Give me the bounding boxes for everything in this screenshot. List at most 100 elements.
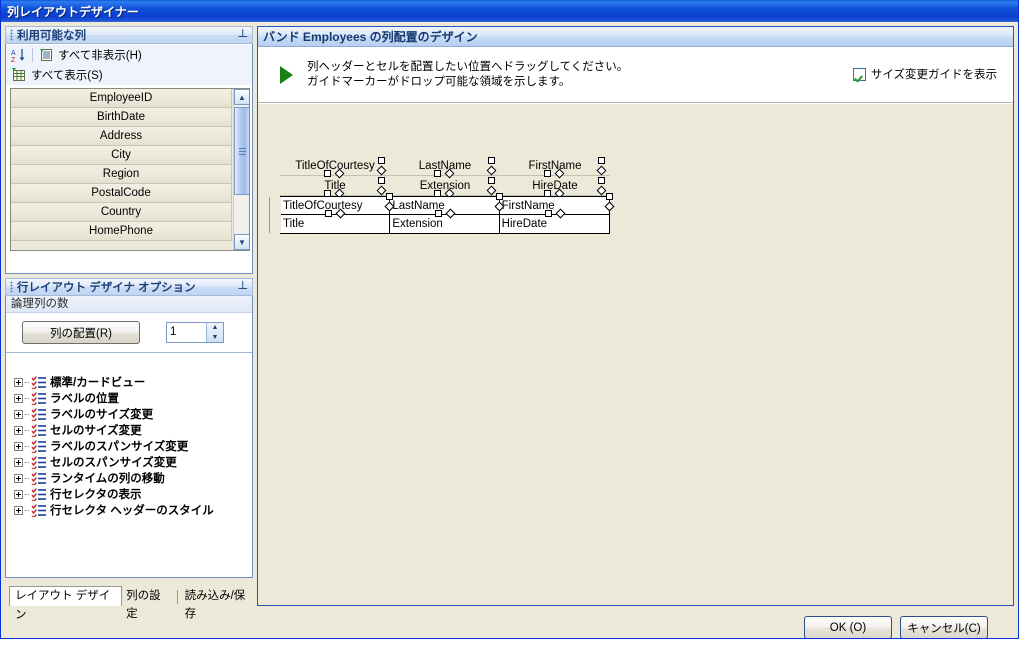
available-columns-scrollbar[interactable]: ▲ ▼ [233, 89, 249, 250]
guide-marker-square[interactable] [598, 177, 605, 184]
guide-marker-square[interactable] [378, 157, 385, 164]
data-cell[interactable]: HireDate [500, 215, 609, 233]
guide-marker-square[interactable] [386, 193, 393, 200]
expand-plus-icon[interactable] [14, 409, 23, 419]
tab-2[interactable]: 読み込み/保存 [181, 587, 257, 620]
data-cell[interactable]: FirstName [500, 197, 609, 214]
design-canvas[interactable]: TitleOfCourtesy LastName FirstName Title Ext… [258, 104, 1013, 605]
designer-options-panel: 行レイアウト デザイナ オプション ┴ 論理列の数 列の配置(R) 1 ▲ ▼ … [5, 278, 253, 578]
list-item[interactable]: Address [11, 127, 232, 146]
guide-marker-square[interactable] [598, 157, 605, 164]
guide-marker-square[interactable] [325, 210, 332, 217]
header-band[interactable]: Title Extension HireDate [280, 176, 610, 199]
tree-connector [25, 509, 29, 511]
tree-item-label: ラベルのサイズ変更 [50, 409, 154, 421]
svg-text:Z: Z [11, 57, 16, 63]
show-resize-guides-checkbox[interactable]: サイズ変更ガイドを表示 [852, 66, 997, 82]
column-layout-designer-window: 列レイアウトデザイナー 利用可能な列 ┴ A Z すべて非表示(H) すべて表示… [0, 0, 1019, 639]
stepper-buttons[interactable]: ▲ ▼ [206, 323, 223, 342]
tree-item[interactable]: ラベルのスパンサイズ変更 [8, 438, 252, 455]
column-layout-grid[interactable]: TitleOfCourtesy LastName FirstName Title Ext… [269, 156, 615, 234]
show-all-icon[interactable] [11, 68, 27, 82]
tab-1[interactable]: 列の設定 [122, 587, 174, 620]
data-cell[interactable]: LastName [390, 197, 500, 214]
instruction-line-1: 列ヘッダーとセルを配置したい位置へドラッグしてください。 [307, 60, 629, 73]
available-columns-panel: 利用可能な列 ┴ A Z すべて非表示(H) すべて表示(S) Employee… [5, 26, 253, 274]
list-item[interactable]: BirthDate [11, 108, 232, 127]
guide-marker-square[interactable] [378, 177, 385, 184]
table-row[interactable]: Title Extension HireDate [281, 193, 615, 233]
chevron-down-icon[interactable]: ▼ [234, 234, 249, 250]
show-resize-guides-label[interactable]: サイズ変更ガイドを表示 [871, 66, 997, 82]
tree-item-label: セルのスパンサイズ変更 [50, 457, 177, 469]
grip-dots-icon [10, 29, 13, 41]
property-list-icon [31, 391, 47, 407]
tree-item[interactable]: 行セレクタ ヘッダーのスタイル [8, 502, 252, 519]
tree-item-label: ラベルのスパンサイズ変更 [50, 441, 189, 453]
grip-dots-icon [10, 281, 13, 293]
property-list-icon [31, 471, 47, 487]
guide-marker-square[interactable] [606, 193, 613, 200]
expand-plus-icon[interactable] [14, 457, 23, 467]
available-columns-caption-label: 利用可能な列 [17, 30, 86, 42]
list-item[interactable]: City [11, 146, 232, 165]
hide-all-label[interactable]: すべて非表示(H) [58, 47, 142, 63]
show-all-label[interactable]: すべて表示(S) [31, 67, 103, 83]
tab-layout-design[interactable]: レイアウト デザイン [9, 586, 123, 621]
list-item[interactable]: EmployeeID [11, 89, 232, 108]
tree-item[interactable]: セルのスパンサイズ変更 [8, 454, 252, 471]
guide-marker-square[interactable] [488, 177, 495, 184]
tree-item[interactable]: ラベルのサイズ変更 [8, 406, 252, 423]
expand-plus-icon[interactable] [14, 377, 23, 387]
expand-plus-icon[interactable] [14, 441, 23, 451]
data-cell[interactable]: Title [281, 215, 391, 233]
tree-connector [25, 413, 29, 415]
list-item[interactable]: PostalCode [11, 184, 232, 203]
guide-marker-square[interactable] [435, 210, 442, 217]
list-item[interactable]: Region [11, 165, 232, 184]
tree-item-label: セルのサイズ変更 [50, 425, 142, 437]
stepper-up-icon[interactable]: ▲ [207, 323, 223, 333]
property-list-icon [31, 503, 47, 519]
guide-marker-square[interactable] [488, 157, 495, 164]
chevron-up-icon[interactable]: ▲ [234, 89, 249, 105]
checkbox-checked-icon[interactable] [852, 67, 866, 81]
tree-item[interactable]: セルのサイズ変更 [8, 422, 252, 439]
tree-item[interactable]: 標準/カードビュー [8, 374, 252, 391]
stepper-down-icon[interactable]: ▼ [207, 333, 223, 343]
row-selector-stub [269, 197, 281, 233]
tree-item[interactable]: 行セレクタの表示 [8, 486, 252, 503]
hide-all-icon[interactable] [39, 48, 54, 62]
guide-marker-square[interactable] [496, 193, 503, 200]
available-columns-list[interactable]: EmployeeID BirthDate Address City Region Post… [10, 88, 250, 251]
list-item[interactable]: HomePhone [11, 222, 232, 241]
tree-connector [25, 397, 29, 399]
data-row-box[interactable]: TitleOfCourtesy LastName FirstName Title Ext… [269, 193, 615, 234]
expand-plus-icon[interactable] [14, 473, 23, 483]
expand-plus-icon[interactable] [14, 393, 23, 403]
place-columns-button[interactable]: 列の配置(R) [22, 321, 140, 344]
tree-item[interactable]: ラベルの位置 [8, 390, 252, 407]
cancel-button[interactable]: キャンセル(C) [900, 616, 988, 638]
scrollbar-thumb[interactable] [234, 107, 249, 195]
logical-column-count-value[interactable]: 1 [167, 323, 206, 342]
instruction-line-2: ガイドマーカーがドロップ可能な領域を示します。 [307, 75, 571, 88]
available-columns-toolbar-row1: A Z すべて非表示(H) [6, 45, 252, 65]
left-dock-tabstrip: レイアウト デザイン 列の設定 読み込み/保存 [9, 586, 257, 621]
tree-item[interactable]: ランタイムの列の移動 [8, 470, 252, 487]
window-client-area: 利用可能な列 ┴ A Z すべて非表示(H) すべて表示(S) Employee… [1, 22, 1018, 638]
guide-marker-square[interactable] [545, 210, 552, 217]
designer-options-tree[interactable]: 標準/カードビュー ラベルの位置ラベルのサイズ変更 セルのサイズ変更ラベルのスパンサ… [8, 374, 252, 576]
logical-column-count-stepper[interactable]: 1 ▲ ▼ [166, 322, 224, 343]
designer-options-body: 論理列の数 列の配置(R) 1 ▲ ▼ 標準/カードビュー ラベルの位置 ラベル… [5, 296, 253, 578]
list-item[interactable]: Country [11, 203, 232, 222]
pin-icon[interactable]: ┴ [238, 281, 247, 295]
sort-az-icon[interactable]: A Z [11, 48, 26, 64]
expand-plus-icon[interactable] [14, 489, 23, 499]
data-cell[interactable]: Extension [390, 215, 500, 233]
header-band[interactable]: TitleOfCourtesy LastName FirstName [280, 156, 610, 179]
pin-icon[interactable]: ┴ [238, 29, 247, 43]
ok-button[interactable]: OK (O) [804, 616, 892, 638]
expand-plus-icon[interactable] [14, 425, 23, 435]
expand-plus-icon[interactable] [14, 505, 23, 515]
